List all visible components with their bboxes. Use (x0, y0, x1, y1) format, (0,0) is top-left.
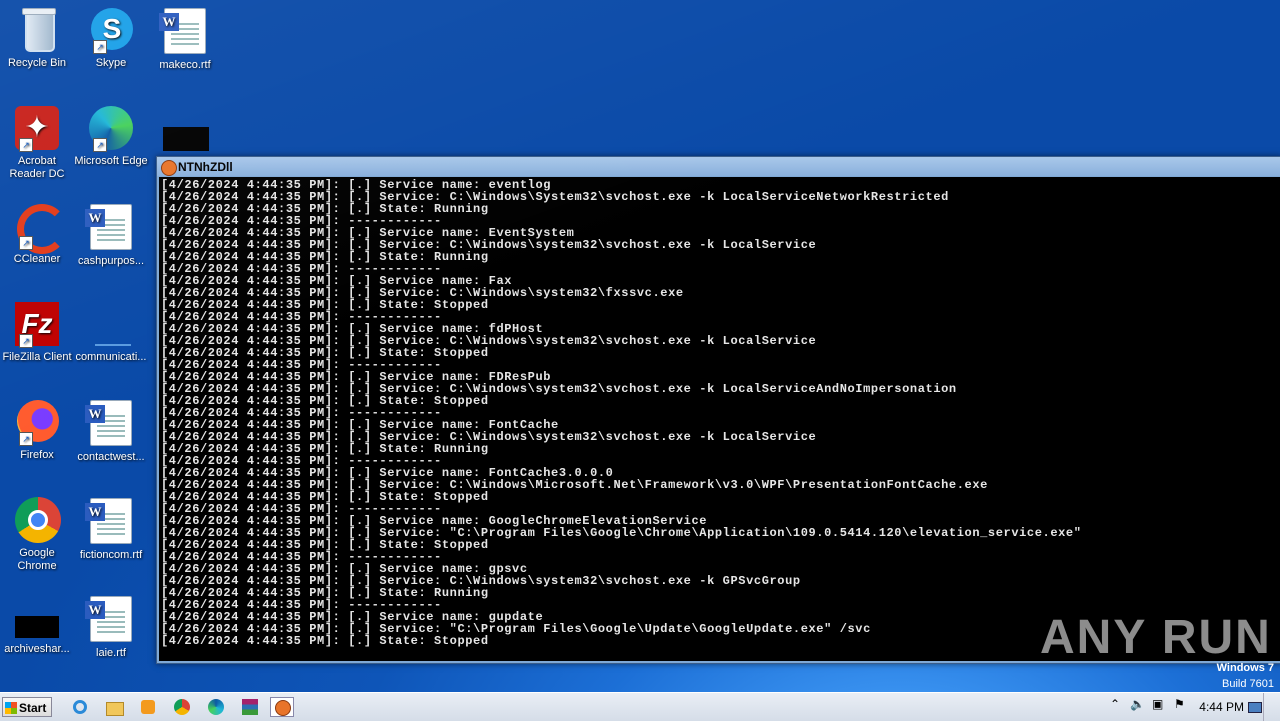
taskbar-edge-button[interactable] (204, 697, 228, 717)
desktop-icon-contactwest[interactable]: W contactwest... (74, 398, 148, 464)
taskbar: Start ⌃ 🔈 ▣ ⚑ 4:44 PM (0, 692, 1280, 721)
ccleaner-icon: ↗ (13, 202, 67, 254)
edge-icon: ↗ (87, 104, 135, 152)
taskbar-media-player-button[interactable] (136, 697, 160, 717)
desktop-icon-filezilla[interactable]: Fz ↗ FileZilla Client (0, 300, 74, 364)
desktop-icon-fictioncom[interactable]: W fictioncom.rtf (74, 496, 148, 562)
taskbar-chrome-button[interactable] (170, 697, 194, 717)
desktop-icon-label: laie.rtf (96, 647, 126, 659)
desktop-icon-recycle-bin[interactable]: Recycle Bin (0, 6, 74, 70)
skype-icon: S ↗ (87, 6, 135, 54)
speaker-icon[interactable]: 🔈 (1130, 697, 1145, 717)
taskbar-ntnhzdll-button[interactable] (270, 697, 294, 717)
tray-show-hidden-icon[interactable]: ⌃ (1110, 697, 1120, 717)
taskbar-winrar-button[interactable] (238, 697, 262, 717)
windows-version-watermark: Windows 7 (1216, 662, 1274, 674)
show-desktop-button[interactable] (1263, 693, 1280, 721)
desktop-icon-label: cashpurpos... (77, 255, 145, 267)
console-window[interactable]: NTNhZDll [4/26/2024 4:44:35 PM]: [.] Ser… (156, 156, 1280, 664)
desktop-icon-cashpurpos[interactable]: W cashpurpos... (74, 202, 148, 268)
desktop-icon-laie[interactable]: W laie.rtf (74, 594, 148, 660)
chrome-icon (174, 699, 190, 715)
desktop-icon-ccleaner[interactable]: ↗ CCleaner (0, 202, 74, 266)
app-icon (161, 160, 177, 176)
desktop-icon-chrome[interactable]: Google Chrome (0, 496, 74, 573)
folder-icon (106, 702, 124, 716)
recycle-bin-icon (13, 6, 61, 54)
desktop-icon-edge[interactable]: ↗ Microsoft Edge (74, 104, 148, 168)
desktop-icon-label: archiveshar... (4, 643, 70, 655)
word-document-icon: W (159, 8, 209, 56)
edge-icon (208, 699, 224, 715)
media-player-icon (141, 700, 155, 714)
acrobat-icon: ✦ ↗ (13, 104, 61, 152)
internet-explorer-icon (73, 700, 87, 714)
desktop-icon-label: communicati... (75, 351, 147, 363)
word-document-icon: W (85, 498, 135, 546)
start-button[interactable]: Start (2, 697, 52, 717)
desktop: Recycle Bin ✦ ↗ Acrobat Reader DC ↗ CCle… (0, 0, 1280, 692)
taskbar-clock[interactable]: 4:44 PM (1199, 700, 1244, 714)
desktop-icon-label: Acrobat Reader DC (9, 155, 65, 180)
desktop-icon-label: makeco.rtf (159, 59, 211, 71)
filezilla-icon: Fz ↗ (13, 300, 61, 348)
window-titlebar[interactable]: NTNhZDll (157, 157, 1280, 176)
winrar-icon (242, 699, 258, 715)
action-center-flag-icon[interactable]: ⚑ (1174, 697, 1185, 717)
desktop-icon-label: fictioncom.rtf (79, 549, 143, 561)
window-title: NTNhZDll (178, 160, 233, 174)
desktop-icon-label: CCleaner (13, 253, 61, 265)
network-icon[interactable]: ▣ (1152, 697, 1163, 717)
desktop-icon-firefox[interactable]: ↗ Firefox (0, 398, 74, 462)
windows-logo-icon (5, 702, 17, 714)
chrome-icon (13, 496, 61, 544)
desktop-icon-makeco[interactable]: W makeco.rtf (148, 6, 222, 72)
desktop-icon-label: Recycle Bin (7, 57, 67, 69)
display-icon[interactable] (1248, 702, 1262, 713)
word-document-icon: W (85, 400, 135, 448)
desktop-icon-communicati[interactable]: communicati... (74, 300, 148, 364)
anyrun-watermark: ANY RUN (1040, 611, 1272, 664)
desktop-icon-archiveshar[interactable]: archiveshar... (0, 610, 74, 656)
blank-file-icon (87, 300, 135, 348)
desktop-icon-label: FileZilla Client (2, 351, 72, 363)
console-output[interactable]: [4/26/2024 4:44:35 PM]: [.] Service name… (159, 177, 1280, 661)
word-document-icon: W (85, 596, 135, 644)
desktop-icon-label: contactwest... (77, 451, 145, 463)
desktop-icon-acrobat[interactable]: ✦ ↗ Acrobat Reader DC (0, 104, 74, 181)
desktop-icon-label: Firefox (20, 449, 54, 461)
console-text: [4/26/2024 4:44:35 PM]: [.] Service name… (161, 178, 1082, 648)
app-icon (275, 700, 291, 716)
desktop-icon-label: Skype (95, 57, 127, 69)
windows-build-watermark: Build 7601 (1222, 678, 1274, 690)
desktop-icon-label: Google Chrome (17, 547, 57, 572)
word-document-icon: W (85, 204, 135, 252)
redacted-icon (163, 127, 209, 151)
taskbar-explorer-button[interactable] (102, 697, 126, 717)
desktop-icon-label: Microsoft Edge (74, 155, 148, 167)
redacted-icon (13, 610, 61, 640)
firefox-icon: ↗ (13, 398, 61, 446)
start-label: Start (19, 701, 47, 715)
desktop-icon-skype[interactable]: S ↗ Skype (74, 6, 148, 70)
taskbar-ie-button[interactable] (68, 697, 92, 717)
